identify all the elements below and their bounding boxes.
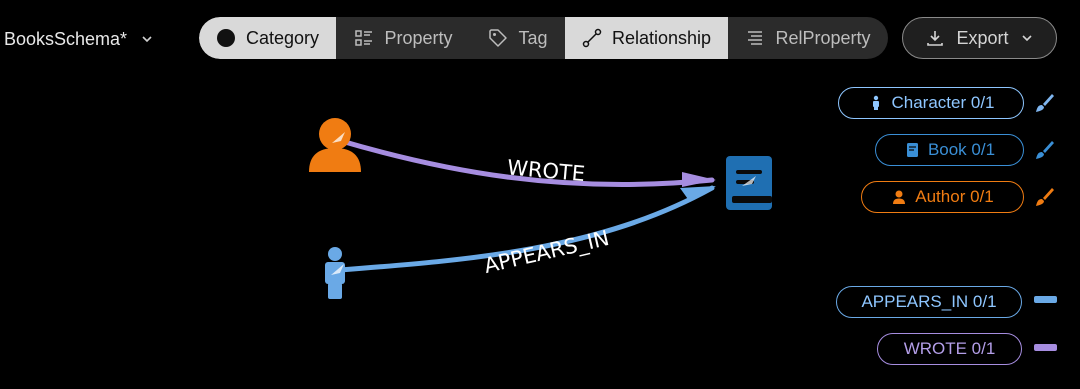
legend-category-character[interactable]: Character 0/1 (838, 87, 1024, 119)
mode-tag-button[interactable]: Tag (471, 17, 565, 59)
mode-property-button[interactable]: Property (336, 17, 471, 59)
mode-tag-label: Tag (518, 27, 548, 48)
filled-circle-icon (216, 29, 235, 47)
legend-category-book[interactable]: Book 0/1 (875, 134, 1024, 166)
relationship-color-swatch[interactable] (1034, 344, 1057, 351)
legend-category-label: Character 0/1 (891, 93, 995, 112)
person-icon (893, 190, 906, 204)
legend-category-label: Book 0/1 (927, 140, 996, 159)
node-book[interactable] (726, 156, 772, 210)
paintbrush-icon[interactable] (1032, 138, 1056, 162)
schema-editor: WROTE APPEARS_IN BooksSchema* Category P… (0, 0, 1080, 389)
legend-relationship-appears-in[interactable]: APPEARS_IN 0/1 (836, 286, 1022, 318)
paintbrush-icon[interactable] (1032, 185, 1056, 209)
mode-category-button[interactable]: Category (199, 17, 336, 59)
download-icon (927, 31, 944, 46)
chevron-down-icon (142, 36, 152, 43)
legend-relationship-wrote[interactable]: WROTE 0/1 (877, 333, 1022, 365)
relationship-color-swatch[interactable] (1034, 296, 1057, 303)
export-button[interactable]: Export (902, 17, 1057, 59)
mode-category-label: Category (245, 27, 320, 48)
relationship-line-icon (582, 28, 602, 48)
mode-relproperty-label: RelProperty (775, 27, 871, 48)
mode-relationship-button[interactable]: Relationship (565, 17, 728, 59)
standing-person-icon (872, 95, 879, 110)
legend-category-label: Author 0/1 (915, 187, 994, 206)
edge-wrote-arrow (682, 172, 716, 187)
schema-selector[interactable]: BooksSchema* (4, 24, 153, 54)
legend-relationship-label: WROTE 0/1 (903, 339, 996, 358)
relproperty-list-icon (748, 31, 763, 45)
tag-icon (489, 29, 508, 47)
book-icon (906, 143, 918, 157)
legend-category-author[interactable]: Author 0/1 (861, 181, 1024, 213)
paintbrush-icon[interactable] (1032, 91, 1056, 115)
node-character[interactable] (325, 247, 345, 299)
mode-relproperty-button[interactable]: RelProperty (728, 17, 888, 59)
mode-property-label: Property (384, 27, 453, 48)
edge-label-appears-in: APPEARS_IN (482, 226, 612, 279)
schema-name: BooksSchema* (4, 28, 128, 49)
mode-toggle-group: Category Property Tag Relationship RelPr… (199, 17, 888, 59)
chevron-down-icon (1021, 35, 1032, 42)
export-label: Export (956, 27, 1009, 48)
legend-relationship-label: APPEARS_IN 0/1 (861, 292, 997, 311)
mode-relationship-label: Relationship (611, 27, 712, 48)
property-list-icon (355, 30, 373, 46)
edge-label-wrote: WROTE (506, 155, 586, 186)
